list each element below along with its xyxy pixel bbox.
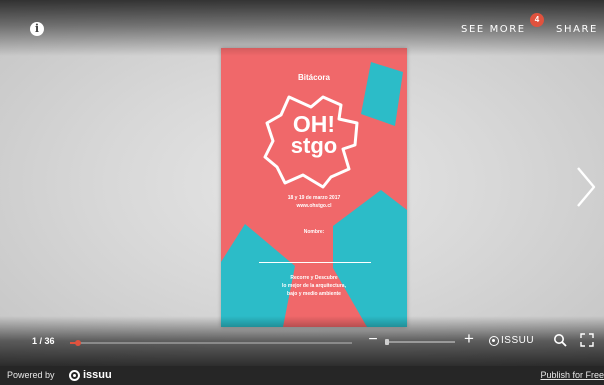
event-url: www.ohstgo.cl [296, 203, 332, 209]
issuu-button-label: ISSUU [501, 335, 535, 346]
plus-icon[interactable]: + [462, 330, 476, 347]
page-progress-handle[interactable] [74, 340, 81, 346]
fullscreen-icon[interactable] [580, 333, 594, 347]
issuu-logo-icon [489, 335, 499, 346]
top-toolbar: i SEE MORE 4 SHARE [0, 0, 604, 56]
zoom-slider-handle[interactable] [385, 339, 389, 345]
tagline-line-2: lo mejor de la arquitectura, [282, 283, 346, 289]
info-icon[interactable]: i [30, 22, 44, 36]
notification-badge: 4 [530, 13, 544, 27]
accent-shape-right [333, 190, 407, 327]
name-label: Nombre: [303, 229, 325, 235]
page-progress-bar[interactable] [70, 340, 352, 346]
document-page[interactable]: Bitácora OH! stgo 18 y 19 de marzo 2017 … [221, 48, 407, 327]
publish-for-free-link[interactable]: Publish for Free [540, 370, 604, 380]
issuu-footer-logo[interactable]: issuu [69, 369, 112, 382]
see-more-button[interactable]: SEE MORE [461, 24, 526, 35]
event-date: 18 y 19 de marzo 2017 [287, 195, 341, 201]
issuu-logo-icon [69, 370, 80, 381]
issuu-brand-text: issuu [83, 369, 112, 381]
name-field-line [259, 262, 371, 263]
issuu-button[interactable]: ISSUU [489, 335, 534, 346]
page-title: Bitácora [297, 73, 330, 82]
zoom-slider[interactable] [385, 339, 455, 345]
minus-icon[interactable]: − [366, 332, 380, 348]
page-counter: 1 / 36 [32, 336, 55, 346]
tagline-line-3: bajo y medio ambiente [287, 291, 341, 297]
tagline-line-1: Recorre y Descubre [290, 275, 338, 281]
footer-bar: Powered by issuu Publish for Free [0, 366, 604, 385]
share-button[interactable]: SHARE [556, 24, 598, 35]
chevron-right-icon[interactable] [574, 166, 596, 208]
document-viewer: Bitácora OH! stgo 18 y 19 de marzo 2017 … [0, 0, 604, 366]
logo-text-stgo: stgo [290, 133, 338, 158]
powered-by-label: Powered by [7, 370, 55, 380]
search-icon[interactable] [553, 333, 567, 347]
